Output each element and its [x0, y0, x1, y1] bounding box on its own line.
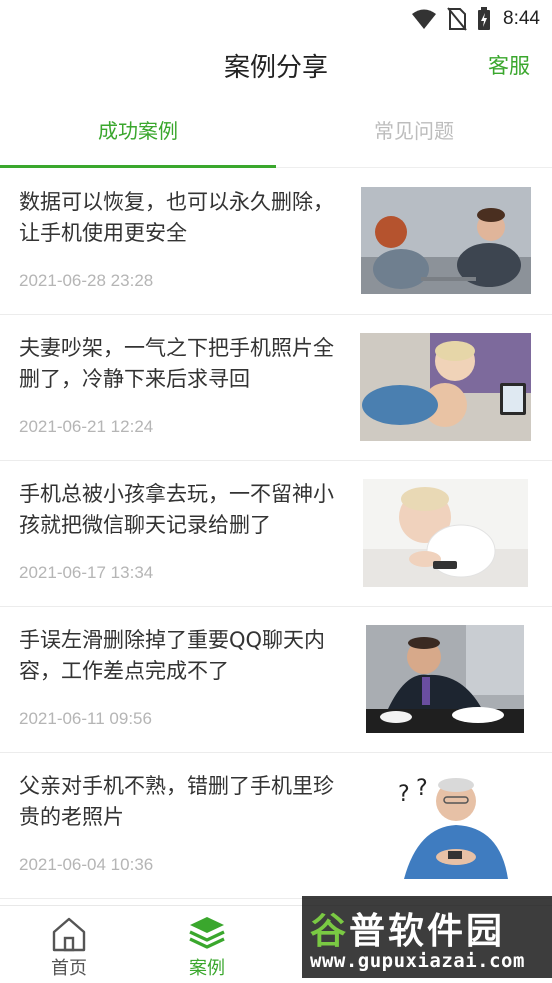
list-item[interactable]: 夫妻吵架，一气之下把手机照片全删了，冷静下来后求寻回 2021-06-21 12…: [0, 315, 552, 461]
tab-success-cases[interactable]: 成功案例: [0, 108, 276, 168]
article-list: 数据可以恢复，也可以永久删除，让手机使用更安全 2021-06-28 23:28…: [0, 169, 552, 899]
layers-icon: [189, 917, 225, 949]
article-date: 2021-06-28 23:28: [19, 271, 154, 290]
article-date: 2021-06-11 09:56: [19, 709, 152, 728]
article-thumbnail-baby-phone: [363, 479, 528, 587]
svg-text:?: ?: [416, 776, 428, 801]
bottom-nav-label: 首页: [51, 958, 87, 979]
article-date: 2021-06-21 12:24: [19, 417, 154, 436]
status-icons: 8:44: [411, 6, 540, 32]
svg-text:?: ?: [398, 782, 410, 807]
article-title: 手机总被小孩拿去玩，一不留神小孩就把微信聊天记录给删了: [19, 482, 334, 537]
article-thumbnail-couple-lying: [360, 333, 531, 441]
wifi-icon: [412, 9, 437, 29]
list-item[interactable]: 手误左滑删除掉了重要QQ聊天内容，工作差点完成不了 2021-06-11 09:…: [0, 607, 552, 753]
article-date: 2021-06-17 13:34: [19, 563, 154, 582]
bottom-nav-label: 案例: [189, 958, 225, 979]
tab-faq[interactable]: 常见问题: [276, 108, 552, 168]
page-title: 案例分享: [223, 53, 328, 83]
watermark-logo: 谷普软件园 www.gupuxiazai.com: [302, 896, 552, 978]
no-sim-icon: [447, 7, 467, 31]
customer-service-button[interactable]: 客服: [488, 50, 530, 80]
list-item[interactable]: 父亲对手机不熟，错删了手机里珍贵的老照片 2021-06-04 10:36 ? …: [0, 753, 552, 899]
article-thumbnail-stressed-businessman: [366, 625, 524, 733]
active-tab-indicator: [0, 165, 276, 168]
article-title: 父亲对手机不熟，错删了手机里珍贵的老照片: [19, 774, 334, 829]
article-date: 2021-06-04 10:36: [19, 855, 154, 874]
article-title: 数据可以恢复，也可以永久删除，让手机使用更安全: [19, 190, 334, 245]
watermark-logo-text: 谷普软件园: [310, 911, 506, 952]
bottom-nav-home[interactable]: 首页: [0, 906, 138, 983]
article-title: 夫妻吵架，一气之下把手机照片全删了，冷静下来后求寻回: [19, 336, 334, 391]
article-title: 手误左滑删除掉了重要QQ聊天内容，工作差点完成不了: [19, 628, 326, 683]
status-bar: 8:44: [0, 0, 552, 38]
status-time: 8:44: [503, 8, 540, 29]
app-header: 案例分享 客服: [0, 38, 552, 90]
list-item[interactable]: 手机总被小孩拿去玩，一不留神小孩就把微信聊天记录给删了 2021-06-17 1…: [0, 461, 552, 607]
article-thumbnail-couple-arguing: [361, 187, 531, 294]
article-thumbnail-elderly-man-phone: ? ?: [360, 771, 512, 879]
bottom-nav-cases[interactable]: 案例: [138, 906, 276, 983]
list-item[interactable]: 数据可以恢复，也可以永久删除，让手机使用更安全 2021-06-28 23:28: [0, 169, 552, 315]
home-icon: [52, 917, 86, 952]
battery-charging-icon: [478, 7, 491, 30]
category-tabs: 成功案例 常见问题: [0, 108, 552, 168]
watermark-url: www.gupuxiazai.com: [310, 950, 525, 972]
